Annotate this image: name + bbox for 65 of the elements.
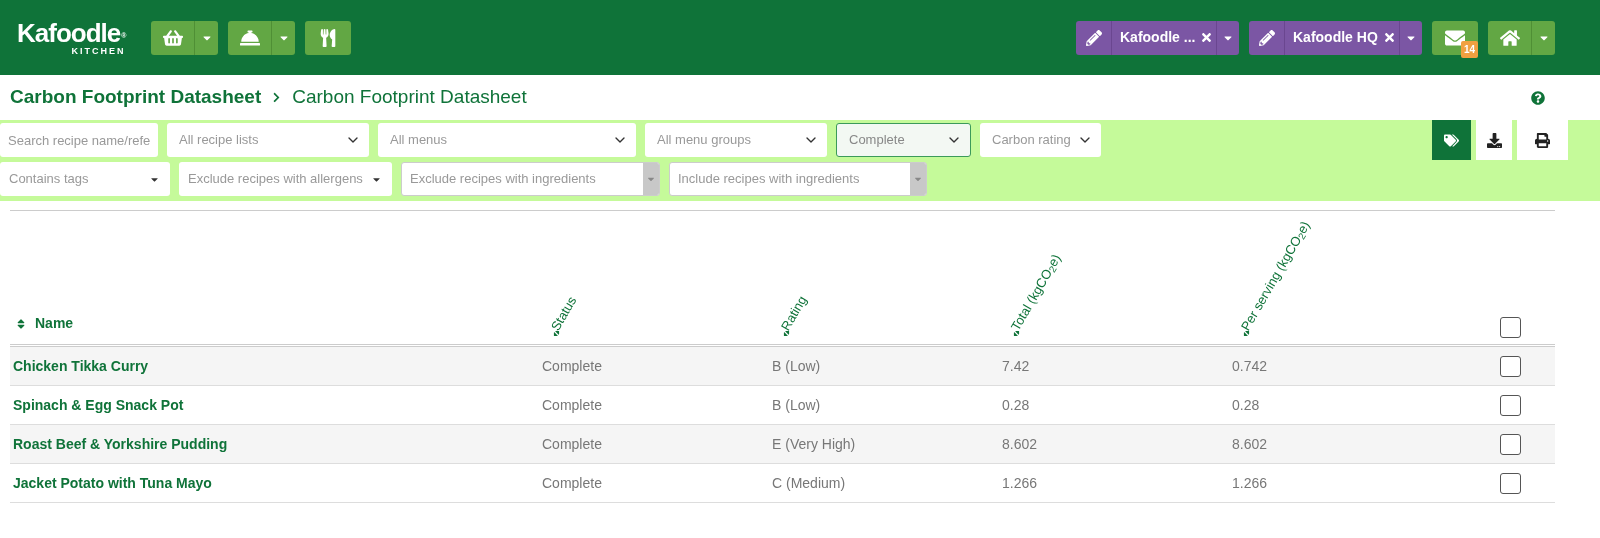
table-cell: 1.266 [1232, 475, 1268, 491]
table-row[interactable]: Chicken Tikka Curry Complete B (Low) 7.42 0.742 [10, 347, 1555, 386]
home-icon [1499, 27, 1520, 48]
table-cell: Complete [542, 436, 602, 452]
table-cell: C (Medium) [772, 475, 846, 491]
table-cell: 1.266 [1002, 475, 1038, 491]
search-field[interactable]: Search recipe name/refe [0, 123, 158, 157]
column-header[interactable]: Name [35, 313, 74, 334]
select-field[interactable]: All recipe lists [167, 123, 369, 157]
checkbox[interactable] [1500, 472, 1521, 494]
table-cell: B (Low) [772, 358, 821, 374]
checkbox[interactable] [1500, 433, 1521, 455]
dropdown-toggle[interactable] [643, 163, 659, 195]
print-button[interactable] [1517, 120, 1568, 160]
recipe-link[interactable]: Spinach & Egg Snack Pot [13, 397, 184, 413]
select-field[interactable]: All menu groups [645, 123, 827, 157]
dropdown-button[interactable] [272, 20, 296, 55]
table-cell: 8.602 [1002, 436, 1038, 452]
pencil-icon [1258, 29, 1275, 46]
table-cell: Complete [542, 358, 602, 374]
select-field[interactable]: All menus [378, 123, 636, 157]
select-field[interactable]: Carbon rating [980, 123, 1101, 157]
table-cell: 0.742 [1232, 358, 1268, 374]
checkbox[interactable] [1500, 394, 1521, 416]
select-field[interactable]: Include recipes with ingredients [669, 162, 927, 196]
select-field[interactable]: Contains tags [0, 162, 170, 196]
close-icon [1382, 31, 1396, 44]
table-cell: E (Very High) [772, 436, 856, 452]
logo[interactable]: Kafoodle$^{®}$ KITCHEN [17, 19, 126, 56]
badge: 14 [1461, 40, 1479, 58]
help-icon[interactable] [1531, 90, 1545, 105]
dropdown-toggle[interactable] [910, 163, 926, 195]
table-cell: 0.28 [1232, 397, 1260, 413]
table-cell: B (Low) [772, 397, 821, 413]
download-button[interactable] [1476, 120, 1512, 160]
basket-button[interactable] [151, 20, 196, 55]
checkbox[interactable] [1500, 355, 1521, 377]
print-icon [1535, 132, 1550, 148]
page-title: Carbon Footprint Datasheet [292, 85, 527, 110]
dropdown-button[interactable] [195, 20, 219, 55]
recipe-link[interactable]: Jacket Potato with Tuna Mayo [13, 475, 212, 491]
tags-icon [1444, 132, 1459, 148]
table-cell: 7.42 [1002, 358, 1030, 374]
select-field[interactable]: Complete [836, 123, 971, 157]
checkbox[interactable] [1500, 317, 1521, 338]
pencil-icon [1085, 29, 1102, 46]
tags-button[interactable] [1432, 120, 1471, 160]
sort-icon[interactable] [15, 317, 27, 330]
close-icon [1199, 31, 1213, 44]
select-field[interactable]: Exclude recipes with allergens [179, 162, 392, 196]
select-field[interactable]: Exclude recipes with ingredients [401, 162, 660, 196]
recipe-link[interactable]: Chicken Tikka Curry [13, 358, 149, 374]
basket-icon [162, 27, 183, 48]
cloche-button[interactable] [228, 20, 273, 55]
table-cell: 8.602 [1232, 436, 1268, 452]
plate-button[interactable] [305, 20, 352, 55]
table-cell: Complete [542, 397, 602, 413]
recipe-link[interactable]: Roast Beef & Yorkshire Pudding [13, 436, 228, 452]
download-icon [1486, 132, 1502, 148]
breadcrumb-link[interactable]: Carbon Footprint Datasheet [10, 83, 262, 112]
table-cell: Complete [542, 475, 602, 491]
table-cell: 0.28 [1002, 397, 1030, 413]
dropdown-button[interactable] [1532, 20, 1555, 55]
home-button[interactable] [1488, 20, 1532, 55]
table-row[interactable]: Roast Beef & Yorkshire Pudding Complete E (Very High) 8.602 8.602 [10, 425, 1555, 464]
